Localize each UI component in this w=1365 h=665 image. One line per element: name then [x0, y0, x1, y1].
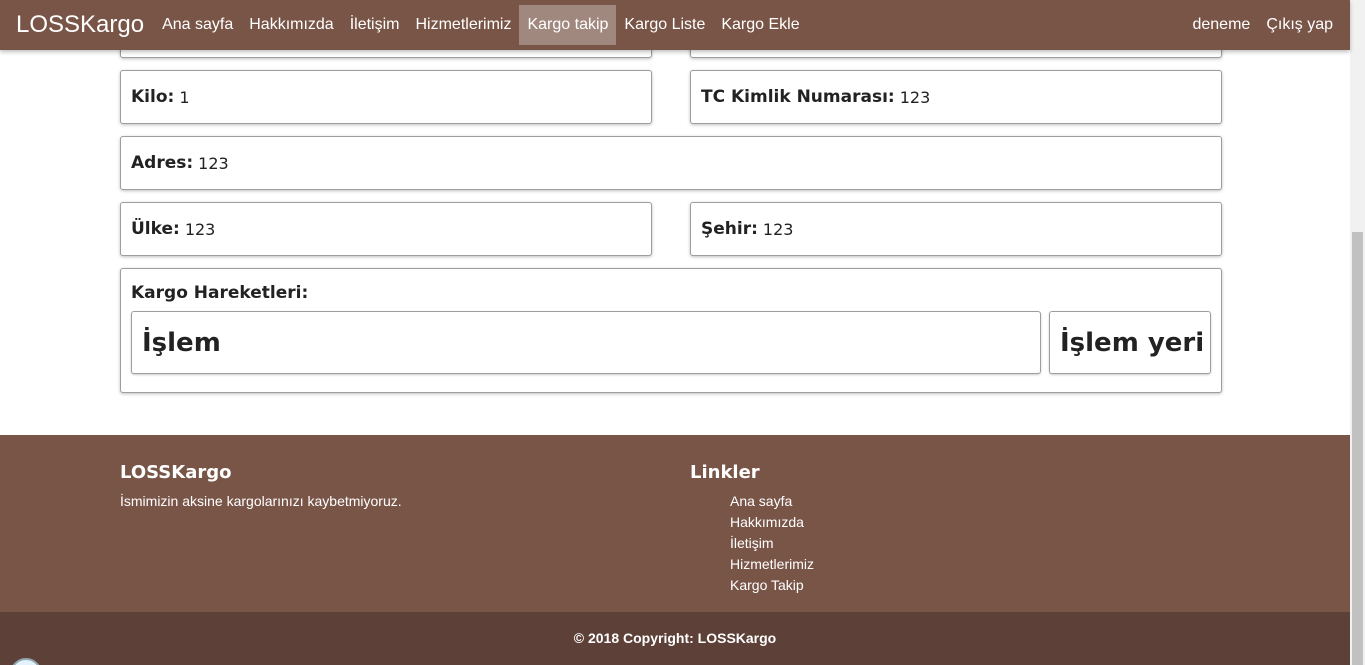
footer-description: İsmimizin aksine kargolarınızı kaybetmiy… [120, 493, 402, 509]
movements-header-islem: İşlem [131, 311, 1041, 374]
sehir-value: 123 [762, 219, 794, 239]
logout-link[interactable]: Çıkış yap [1258, 5, 1341, 45]
nav-menu: Ana sayfa Hakkımızda İletişim Hizmetleri… [154, 0, 808, 50]
nav-item-ana-sayfa[interactable]: Ana sayfa [154, 5, 241, 45]
user-name-link[interactable]: deneme [1184, 5, 1258, 45]
ulke-value: 123 [184, 219, 216, 239]
sehir-label: Şehir: [701, 219, 758, 239]
nav-item-kargo-takip[interactable]: Kargo takip [519, 5, 617, 45]
info-card-sehir: Şehir: 123 [690, 202, 1222, 256]
footer-links-title: Linkler [690, 462, 760, 483]
info-card-tc: TC Kimlik Numarası: 123 [690, 70, 1222, 124]
nav-item-kargo-liste[interactable]: Kargo Liste [616, 5, 713, 45]
adres-label: Adres: [131, 153, 194, 173]
footer-link-iletisim[interactable]: İletişim [730, 535, 814, 556]
tc-value: 123 [899, 87, 931, 107]
movements-title: Kargo Hareketleri: [131, 283, 309, 303]
adres-value: 123 [198, 153, 229, 173]
movements-card: Kargo Hareketleri: İşlem İşlem yeri [120, 268, 1222, 393]
info-card-kilo: Kilo: 1 [120, 70, 652, 124]
kilo-label: Kilo: [131, 87, 175, 107]
top-navbar: LOSSKargo Ana sayfa Hakkımızda İletişim … [0, 0, 1350, 50]
nav-item-iletisim[interactable]: İletişim [342, 5, 408, 45]
copyright-bar: © 2018 Copyright: LOSSKargo [0, 612, 1350, 665]
footer-link-kargo-takip[interactable]: Kargo Takip [730, 577, 814, 598]
info-card-adres: Adres: 123 [120, 136, 1222, 190]
nav-item-hizmetlerimiz[interactable]: Hizmetlerimiz [407, 5, 519, 45]
vertical-scrollbar[interactable] [1350, 0, 1365, 665]
footer-link-list: Ana sayfa Hakkımızda İletişim Hizmetleri… [730, 493, 814, 598]
footer-brand: LOSSKargo [120, 462, 232, 483]
tc-label: TC Kimlik Numarası: [701, 87, 895, 107]
info-card-ulke: Ülke: 123 [120, 202, 652, 256]
footer-link-hizmetlerimiz[interactable]: Hizmetlerimiz [730, 556, 814, 577]
kilo-value: 1 [179, 87, 190, 107]
brand-logo[interactable]: LOSSKargo [16, 11, 144, 39]
nav-user-area: deneme Çıkış yap [1184, 5, 1341, 45]
footer-link-hakkimizda[interactable]: Hakkımızda [730, 514, 814, 535]
movements-header-islem-yeri: İşlem yeri [1049, 311, 1211, 374]
scrollbar-thumb[interactable] [1352, 232, 1363, 665]
footer-link-ana-sayfa[interactable]: Ana sayfa [730, 493, 814, 514]
ulke-label: Ülke: [131, 219, 180, 239]
nav-item-kargo-ekle[interactable]: Kargo Ekle [713, 5, 807, 45]
page-footer: LOSSKargo İsmimizin aksine kargolarınızı… [0, 435, 1350, 612]
nav-item-hakkimizda[interactable]: Hakkımızda [241, 5, 341, 45]
